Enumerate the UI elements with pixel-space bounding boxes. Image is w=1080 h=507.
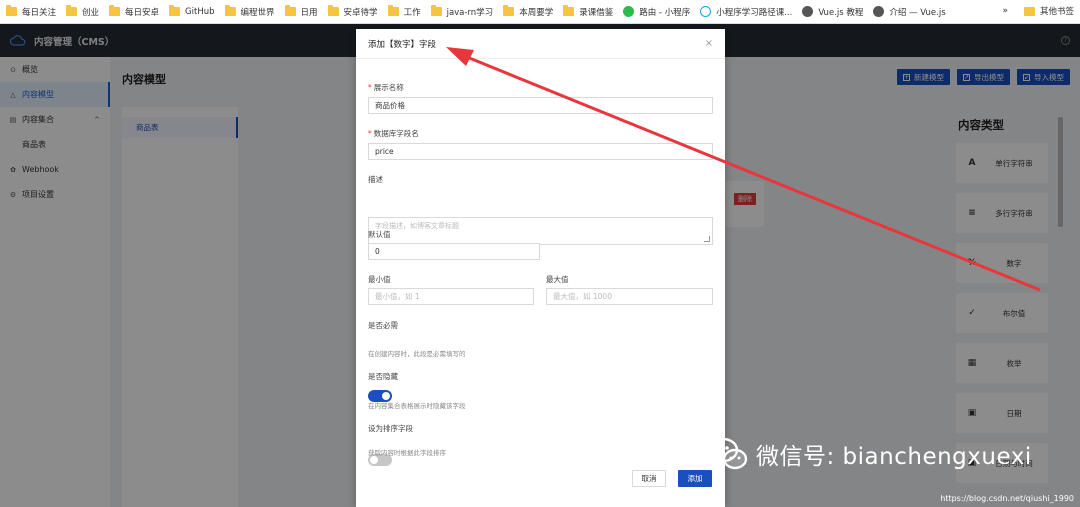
dialog-header: 添加【数字】字段 × bbox=[356, 29, 725, 59]
bookmark-item[interactable]: 编程世界 bbox=[224, 5, 275, 18]
add-field-dialog: 添加【数字】字段 × * 展示名称 商品价格 * 数据库字段名 price 描述 字… bbox=[356, 29, 725, 507]
folder-icon bbox=[1023, 6, 1035, 16]
bookmark-item[interactable]: 路由 - 小程序 bbox=[623, 6, 690, 18]
bookmark-item[interactable]: Vue.js 教程 bbox=[802, 6, 863, 18]
min-input[interactable]: 最小值，如 1 bbox=[368, 288, 534, 305]
bookmark-item[interactable]: java-rn学习 bbox=[430, 5, 493, 18]
folder-icon bbox=[109, 5, 121, 16]
description-textarea[interactable]: 字段描述，如博客文章标题 bbox=[368, 217, 713, 245]
bookmarks-bar: 每日关注 创业 每日安卓 GitHub 编程世界 日用 安卓待学 工作 java… bbox=[0, 0, 1080, 24]
bookmark-item[interactable]: 工作 bbox=[387, 5, 421, 18]
default-input[interactable]: 0 bbox=[368, 243, 540, 260]
cancel-button[interactable]: 取消 bbox=[632, 470, 666, 487]
bookmark-item[interactable]: 每日关注 bbox=[6, 5, 56, 18]
description-label: 描述 bbox=[368, 175, 383, 184]
wechat-icon bbox=[623, 6, 635, 17]
toggle-knob bbox=[370, 456, 378, 464]
folder-icon bbox=[387, 5, 399, 16]
bookmark-item[interactable]: GitHub bbox=[169, 5, 215, 17]
max-label: 最大值 bbox=[546, 275, 569, 284]
dialog-title: 添加【数字】字段 bbox=[368, 39, 437, 50]
wechat-logo-icon bbox=[707, 437, 748, 470]
bookmarks-overflow-button[interactable]: » bbox=[1002, 6, 1008, 16]
bookmark-item[interactable]: 安卓待学 bbox=[327, 5, 378, 18]
db-name-input[interactable]: price bbox=[368, 143, 713, 160]
bookmark-item[interactable]: 录课借鉴 bbox=[563, 5, 613, 18]
bookmark-item[interactable]: 每日安卓 bbox=[109, 5, 159, 18]
hidden-hint: 在内容集合表格展示时隐藏该字段 bbox=[368, 402, 466, 410]
globe-icon bbox=[802, 6, 814, 17]
source-url: https://blog.csdn.net/qiushi_1990 bbox=[940, 494, 1074, 503]
folder-icon bbox=[430, 5, 442, 16]
display-name-input[interactable]: 商品价格 bbox=[368, 97, 713, 114]
bookmark-item[interactable]: 介绍 — Vue.js bbox=[873, 6, 946, 18]
folder-icon bbox=[224, 5, 236, 16]
min-label: 最小值 bbox=[368, 275, 391, 284]
hidden-label: 是否隐藏 bbox=[368, 372, 398, 381]
folder-icon bbox=[563, 5, 575, 16]
display-name-label: * 展示名称 bbox=[368, 83, 404, 92]
sort-label: 设为排序字段 bbox=[368, 424, 413, 433]
globe-icon bbox=[873, 6, 885, 17]
sort-hint: 获取内容时根据此字段排序 bbox=[368, 449, 446, 457]
required-hint: 在创建内容时，此段是必需填写的 bbox=[368, 350, 466, 358]
toggle-knob bbox=[382, 392, 390, 400]
cloud-icon bbox=[700, 6, 712, 17]
wechat-watermark: 微信号: bianchengxuexi bbox=[706, 434, 1032, 474]
other-bookmarks[interactable]: 其他书签 bbox=[1023, 5, 1074, 17]
required-label: 是否必需 bbox=[368, 321, 398, 330]
max-input[interactable]: 最大值，如 1000 bbox=[546, 288, 713, 305]
folder-icon bbox=[327, 5, 339, 16]
bookmark-item[interactable]: 本周要学 bbox=[503, 5, 553, 18]
watermark-text: 微信号: bianchengxuexi bbox=[756, 444, 1032, 470]
close-icon[interactable]: × bbox=[705, 38, 713, 49]
default-label: 默认值 bbox=[368, 230, 391, 239]
bookmark-item[interactable]: 日用 bbox=[284, 5, 318, 18]
folder-icon bbox=[169, 5, 181, 16]
db-name-label: * 数据库字段名 bbox=[368, 129, 419, 138]
folder-icon bbox=[6, 5, 17, 16]
folder-icon bbox=[503, 5, 515, 16]
bookmark-item[interactable]: 小程序学习路径课... bbox=[700, 6, 792, 18]
folder-icon bbox=[66, 5, 78, 16]
folder-icon bbox=[284, 5, 296, 16]
bookmark-item[interactable]: 创业 bbox=[66, 5, 99, 18]
